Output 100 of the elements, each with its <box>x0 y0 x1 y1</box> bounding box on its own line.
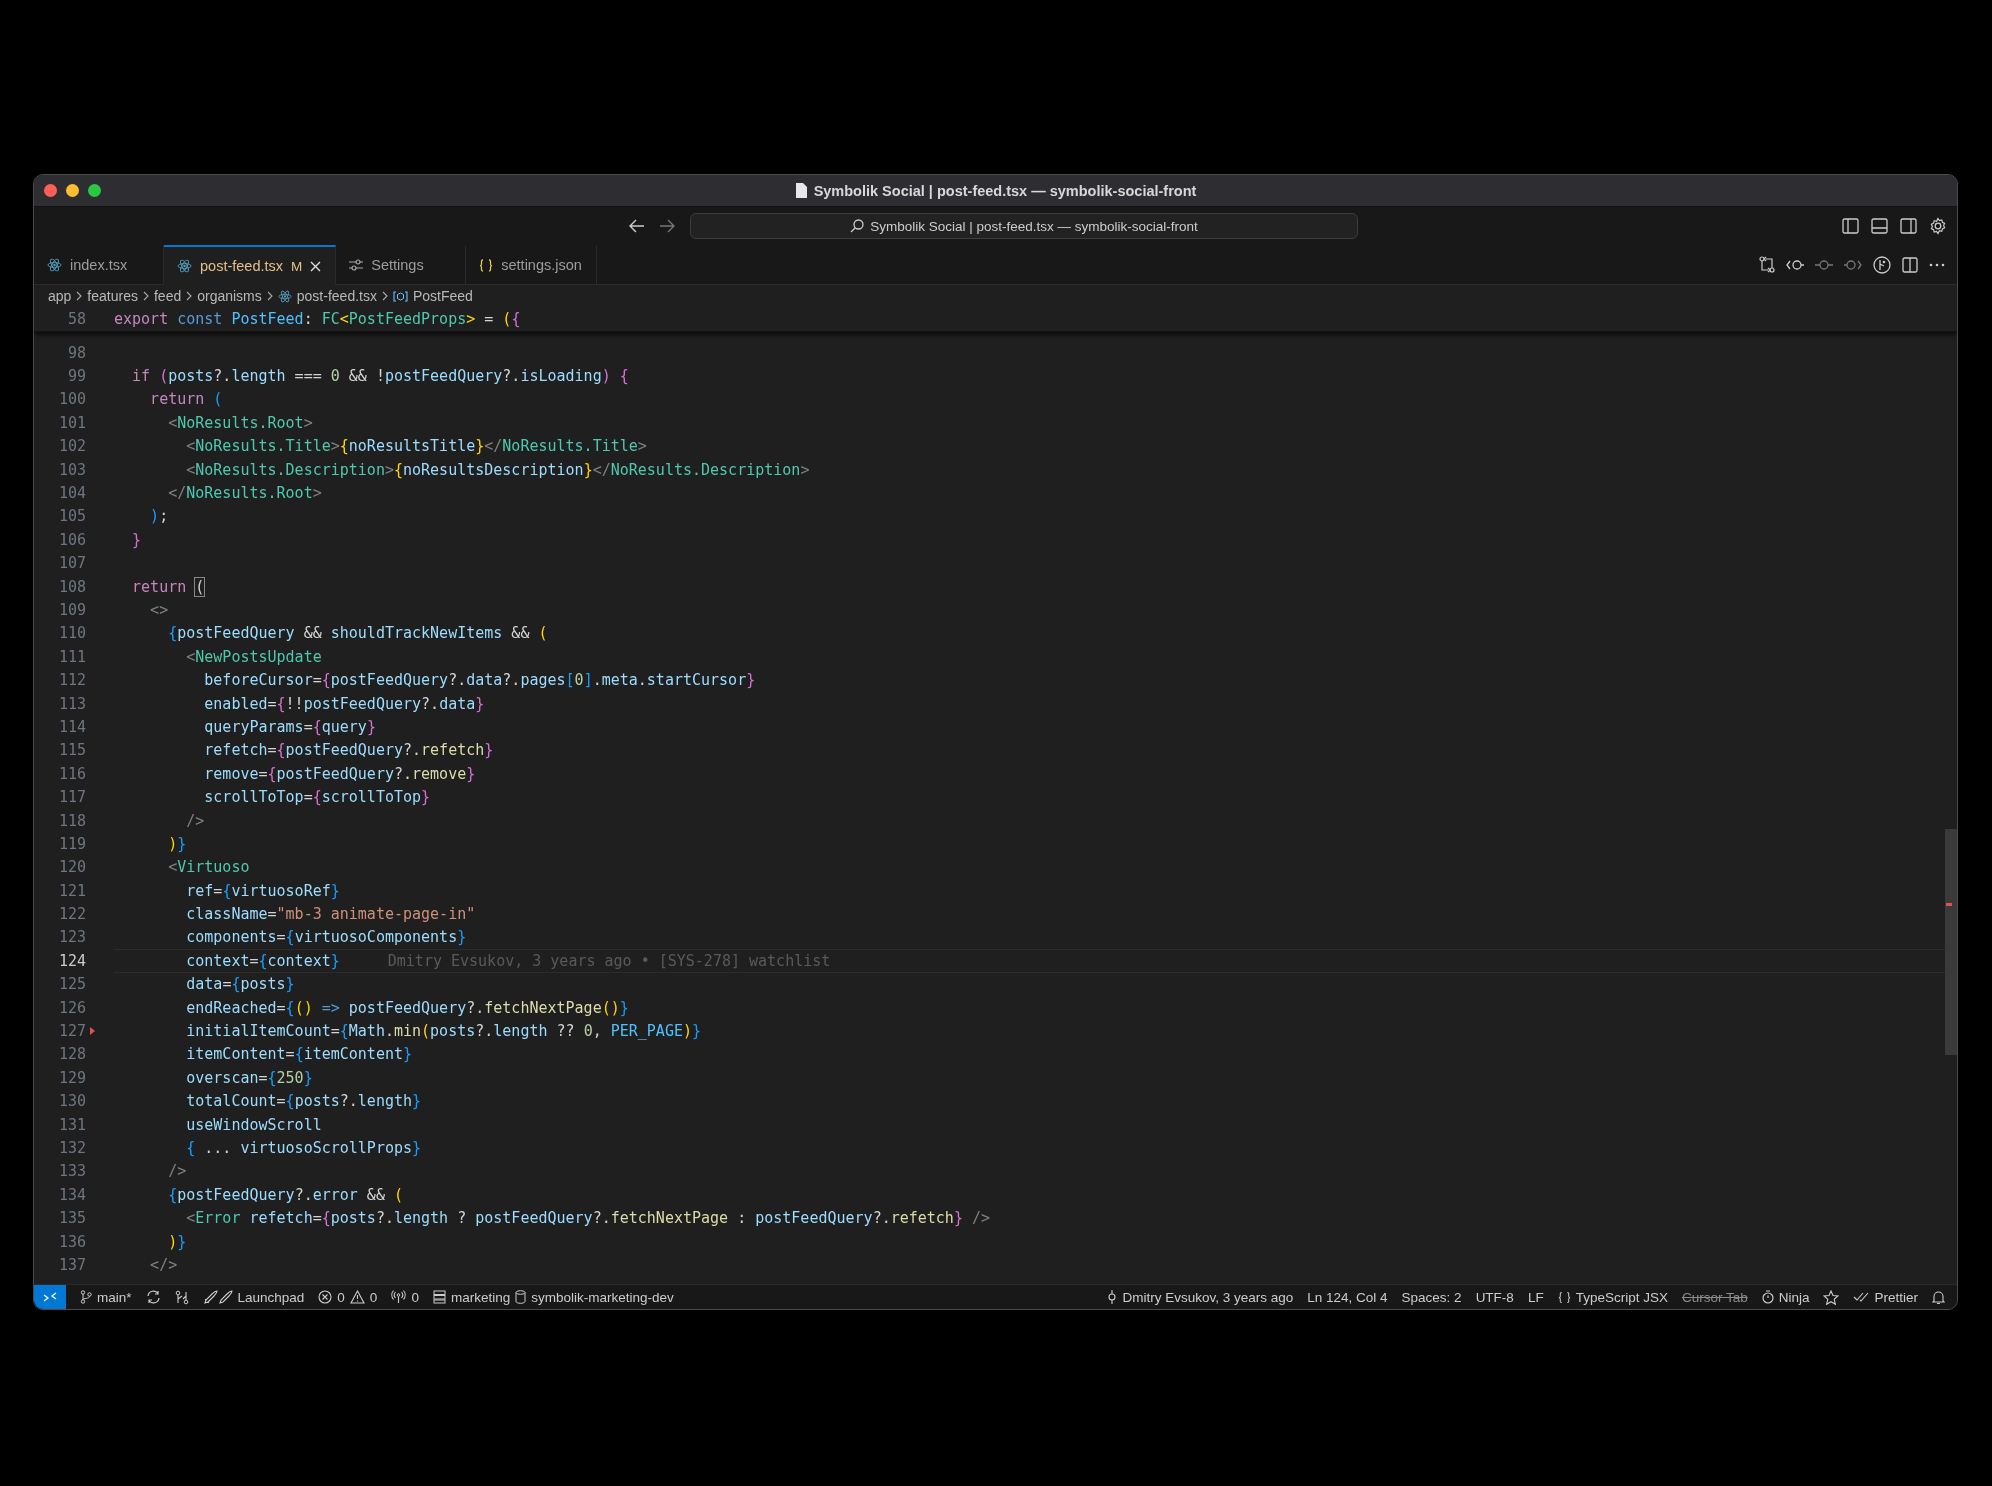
code-line: enabled={!!postFeedQuery?.data} <box>203 694 485 713</box>
code-line: {postFeedQuery && shouldTrackNewItems && ( <box>167 624 548 643</box>
code-line: )} <box>167 834 187 853</box>
line-number: 117 <box>57 788 86 807</box>
inline-blame-annotation: Dmitry Evsukov, 3 years ago • [SYS-278] watchlist <box>387 951 831 970</box>
line-number: 125 <box>57 975 86 994</box>
line-number: 118 <box>57 811 86 830</box>
git-compare-icon[interactable] <box>174 1289 189 1305</box>
sync-icon[interactable] <box>145 1290 161 1304</box>
remote-button[interactable] <box>34 1285 66 1309</box>
code-line: overscan={250} <box>185 1068 313 1087</box>
more-actions-icon[interactable] <box>1929 262 1945 267</box>
document-icon <box>794 183 807 198</box>
line-number: 105 <box>57 507 86 526</box>
prettier-status-item[interactable]: Prettier <box>1853 1289 1918 1305</box>
code-line: <NewPostsUpdate <box>185 647 322 666</box>
symbol-variable-icon <box>392 290 408 302</box>
command-center-search[interactable]: Symbolik Social | post-feed.tsx — symbolik-social-front <box>690 213 1358 239</box>
code-line: endReached={() => postFeedQuery?.fetchNextPage()} <box>185 998 629 1017</box>
line-number: 123 <box>57 928 86 947</box>
branch-status-item[interactable]: main* <box>80 1289 132 1305</box>
forward-arrow-icon[interactable] <box>659 219 675 233</box>
line-number: 136 <box>57 1232 86 1251</box>
breadcrumb-item[interactable]: organisms <box>197 288 262 304</box>
code-line: )} <box>167 1232 187 1251</box>
code-line: remove={postFeedQuery?.remove} <box>203 764 476 783</box>
line-number: 132 <box>57 1138 86 1157</box>
commit-icon <box>1107 1290 1118 1304</box>
code-line: {postFeedQuery?.error && ( <box>167 1185 403 1204</box>
code-line: </NoResults.Root> <box>167 484 322 503</box>
commit-icon[interactable] <box>1815 258 1833 271</box>
ninja-status-item[interactable]: Ninja <box>1761 1289 1810 1305</box>
code-line: refetch={postFeedQuery?.refetch} <box>203 741 494 760</box>
ports-status-item[interactable]: 0 <box>391 1289 419 1305</box>
code-line: </> <box>149 1255 178 1274</box>
end-of-line-status-item[interactable]: LF <box>1527 1289 1544 1305</box>
breadcrumb-item[interactable]: feed <box>153 288 182 304</box>
code-line: return ( <box>149 390 223 409</box>
double-check-icon <box>1853 1292 1870 1302</box>
chevron-right-icon <box>76 291 83 301</box>
bell-icon[interactable] <box>1932 1289 1945 1305</box>
secondary-sidebar-toggle-icon[interactable] <box>1900 218 1917 234</box>
close-icon[interactable] <box>310 260 322 272</box>
indentation-status-item[interactable]: Spaces: 2 <box>1401 1289 1462 1305</box>
zoom-window-button[interactable] <box>88 184 101 197</box>
close-window-button[interactable] <box>44 184 57 197</box>
modified-indicator: M <box>291 258 303 274</box>
line-number: 111 <box>57 647 86 666</box>
encoding-status-item[interactable]: UTF-8 <box>1475 1289 1514 1305</box>
line-number: 137 <box>57 1255 86 1274</box>
deleted-lines-marker[interactable] <box>90 1027 95 1035</box>
language-status-item[interactable]: TypeScript JSX <box>1557 1289 1668 1305</box>
code-line: <NoResults.Description>{noResultsDescription}</NoResults.Description> <box>185 460 810 479</box>
compare-changes-icon[interactable] <box>1759 256 1775 273</box>
code-line: queryParams={query} <box>203 717 376 736</box>
code-line: /> <box>167 1162 187 1181</box>
split-editor-icon[interactable] <box>1902 256 1918 273</box>
breadcrumb-item[interactable]: PostFeed <box>412 288 473 304</box>
problems-status-item[interactable]: 0 0 <box>318 1289 378 1305</box>
editor-tab[interactable]: Settings <box>336 245 467 284</box>
settings-icon[interactable] <box>1929 217 1947 235</box>
sliders-icon <box>349 259 364 271</box>
editor-tab[interactable]: post-feed.tsx M <box>164 245 337 285</box>
editor-tab[interactable]: settings.json <box>466 245 597 284</box>
line-number: 120 <box>57 858 86 877</box>
line-number: 110 <box>57 624 86 643</box>
breadcrumb-item[interactable]: features <box>87 288 138 304</box>
panel-toggle-icon[interactable] <box>1871 218 1888 234</box>
star-outline-icon[interactable] <box>1823 1289 1840 1305</box>
overview-ruler-mark <box>1946 903 1952 906</box>
database-status-item[interactable]: marketing symbolik-marketing-dev <box>432 1289 674 1305</box>
code-line: beforeCursor={postFeedQuery?.data?.pages[0].meta.startCursor} <box>203 671 756 690</box>
scrollbar-thumb[interactable] <box>1945 829 1957 1055</box>
code-line: <NoResults.Title>{noResultsTitle}</NoResults.Title> <box>185 437 647 456</box>
line-number: 99 <box>66 367 86 386</box>
code-line: return ( <box>131 577 205 596</box>
sidebar-toggle-icon[interactable] <box>1842 218 1859 234</box>
code-line: totalCount={posts?.length} <box>185 1092 422 1111</box>
stopwatch-icon <box>1761 1290 1774 1304</box>
back-arrow-icon[interactable] <box>629 219 645 233</box>
code-line: components={virtuosoComponents} <box>185 928 467 947</box>
git-graph-icon[interactable] <box>1873 255 1891 274</box>
back-commit-icon[interactable] <box>1786 258 1804 271</box>
line-number: 108 <box>57 577 86 596</box>
line-number: 102 <box>57 437 86 456</box>
blame-status-item[interactable]: Dmitry Evsukov, 3 years ago <box>1107 1289 1294 1305</box>
code-line: <Error refetch={posts?.length ? postFeedQuery?.fetchNextPage : postFeedQuery?.refetch} /> <box>185 1209 991 1228</box>
line-number: 58 <box>66 310 86 328</box>
breadcrumb-item[interactable]: app <box>48 288 72 304</box>
minimize-window-button[interactable] <box>66 184 79 197</box>
line-number: 129 <box>57 1068 86 1087</box>
breadcrumb-item[interactable]: post-feed.tsx <box>296 288 377 304</box>
line-number: 126 <box>57 998 86 1017</box>
cursor-position-status-item[interactable]: Ln 124, Col 4 <box>1307 1289 1388 1305</box>
line-number: 103 <box>57 460 86 479</box>
launchpad-status-item[interactable]: Launchpad <box>202 1289 305 1305</box>
line-number: 109 <box>57 601 86 619</box>
search-icon <box>850 219 865 233</box>
server-stack-icon <box>432 1290 446 1304</box>
forward-commit-icon[interactable] <box>1844 258 1862 271</box>
